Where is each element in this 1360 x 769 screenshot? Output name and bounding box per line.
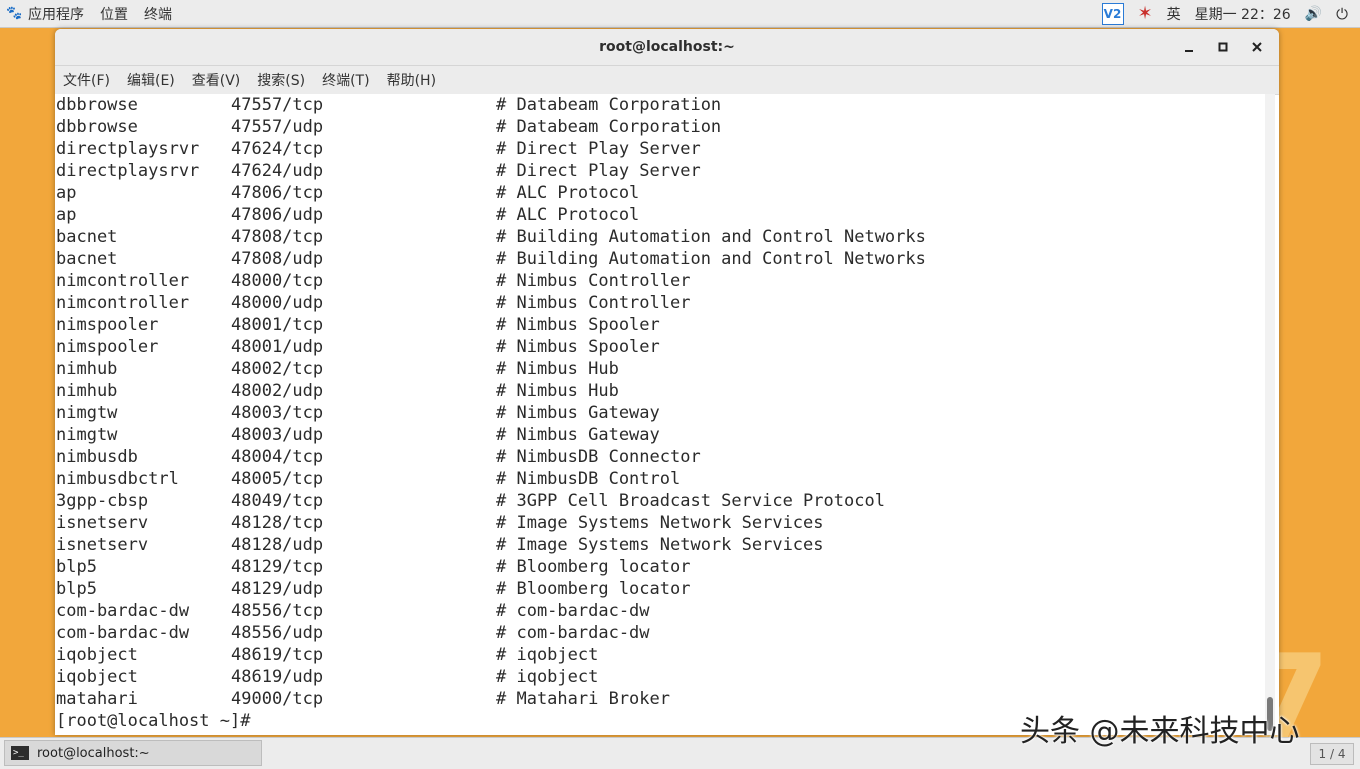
panel-menus: 🐾 应用程序 位置 终端 xyxy=(0,0,188,27)
terminal-line: nimspooler48001/udp# Nimbus Spooler xyxy=(55,336,1265,358)
gnome-foot-icon: 🐾 xyxy=(6,7,22,21)
window-menubar: 文件(F) 编辑(E) 查看(V) 搜索(S) 终端(T) 帮助(H) xyxy=(55,66,1279,95)
terminal-line: nimspooler48001/tcp# Nimbus Spooler xyxy=(55,314,1265,336)
maximize-button[interactable] xyxy=(1211,35,1235,59)
terminal-line: ap47806/tcp# ALC Protocol xyxy=(55,182,1265,204)
volume-icon[interactable]: 🔊 xyxy=(1305,6,1322,22)
menu-view[interactable]: 查看(V) xyxy=(192,70,250,90)
menu-search[interactable]: 搜索(S) xyxy=(257,70,314,90)
terminal-line: iqobject48619/tcp# iqobject xyxy=(55,644,1265,666)
terminal-line: nimcontroller48000/udp# Nimbus Controlle… xyxy=(55,292,1265,314)
terminal-line: nimhub48002/tcp# Nimbus Hub xyxy=(55,358,1265,380)
input-method-indicator[interactable]: 英 xyxy=(1167,4,1181,24)
places-menu[interactable]: 位置 xyxy=(98,4,138,24)
menu-file[interactable]: 文件(F) xyxy=(63,70,119,90)
maximize-icon xyxy=(1218,42,1228,52)
terminal-line: ap47806/udp# ALC Protocol xyxy=(55,204,1265,226)
terminal-line: isnetserv48128/tcp# Image Systems Networ… xyxy=(55,512,1265,534)
terminal-line: directplaysrvr47624/tcp# Direct Play Ser… xyxy=(55,138,1265,160)
top-panel: 🐾 应用程序 位置 终端 V2 ✶ 英 星期一 22：26 🔊 ⏻ xyxy=(0,0,1360,28)
terminal-line: com-bardac-dw48556/tcp# com-bardac-dw xyxy=(55,600,1265,622)
terminal-line: nimbusdbctrl48005/tcp# NimbusDB Control xyxy=(55,468,1265,490)
shell-prompt: [root@localhost ~]# xyxy=(56,710,250,732)
terminal-line: dbbrowse47557/tcp# Databeam Corporation xyxy=(55,94,1265,116)
terminal-line: nimcontroller48000/tcp# Nimbus Controlle… xyxy=(55,270,1265,292)
terminal-line: nimhub48002/udp# Nimbus Hub xyxy=(55,380,1265,402)
terminal-line: nimgtw48003/udp# Nimbus Gateway xyxy=(55,424,1265,446)
terminal-output[interactable]: dbbrowse47557/tcp# Databeam Corporation … xyxy=(55,94,1265,735)
taskbar-terminal-button[interactable]: >_ root@localhost:~ xyxy=(4,740,262,766)
minimize-button[interactable] xyxy=(1177,35,1201,59)
terminal-line: isnetserv48128/udp# Image Systems Networ… xyxy=(55,534,1265,556)
window-titlebar[interactable]: root@localhost:~ xyxy=(55,29,1279,66)
terminal-line: com-bardac-dw48556/udp# com-bardac-dw xyxy=(55,622,1265,644)
watermark: 头条 @未来科技中心 xyxy=(1020,706,1300,750)
terminal-line: 3gpp-cbsp48049/tcp# 3GPP Cell Broadcast … xyxy=(55,490,1265,512)
window-title: root@localhost:~ xyxy=(599,39,735,55)
v2ray-tray-icon[interactable]: V2 xyxy=(1102,3,1124,25)
terminal-line: blp548129/udp# Bloomberg locator xyxy=(55,578,1265,600)
menu-terminal[interactable]: 终端(T) xyxy=(322,70,378,90)
terminal-line: blp548129/tcp# Bloomberg locator xyxy=(55,556,1265,578)
taskbar-terminal-label: root@localhost:~ xyxy=(37,746,150,761)
system-tray: V2 ✶ 英 星期一 22：26 🔊 ⏻ xyxy=(1102,0,1360,27)
power-icon[interactable]: ⏻ xyxy=(1336,5,1348,23)
terminal-icon: >_ xyxy=(11,746,29,760)
menu-edit[interactable]: 编辑(E) xyxy=(127,70,184,90)
menu-help[interactable]: 帮助(H) xyxy=(387,70,445,90)
terminal-line: nimbusdb48004/tcp# NimbusDB Connector xyxy=(55,446,1265,468)
terminal-line: iqobject48619/udp# iqobject xyxy=(55,666,1265,688)
terminal-window: root@localhost:~ 文件(F) 编辑(E) 查看(V) 搜索(S)… xyxy=(55,29,1279,735)
terminal-scrollbar[interactable] xyxy=(1265,94,1275,735)
terminal-line: bacnet47808/udp# Building Automation and… xyxy=(55,248,1265,270)
workspace-pager[interactable]: 1 / 4 xyxy=(1310,743,1354,765)
close-icon xyxy=(1252,42,1262,52)
clock[interactable]: 星期一 22：26 xyxy=(1195,4,1291,24)
terminal-line: bacnet47808/tcp# Building Automation and… xyxy=(55,226,1265,248)
window-controls xyxy=(1177,29,1269,65)
close-button[interactable] xyxy=(1245,35,1269,59)
terminal-line: nimgtw48003/tcp# Nimbus Gateway xyxy=(55,402,1265,424)
minimize-icon xyxy=(1184,42,1194,52)
terminal-app-menu[interactable]: 终端 xyxy=(142,4,182,24)
bird-tray-icon[interactable]: ✶ xyxy=(1138,3,1153,24)
terminal-line: dbbrowse47557/udp# Databeam Corporation xyxy=(55,116,1265,138)
applications-menu[interactable]: 应用程序 xyxy=(26,4,94,24)
terminal-line: directplaysrvr47624/udp# Direct Play Ser… xyxy=(55,160,1265,182)
